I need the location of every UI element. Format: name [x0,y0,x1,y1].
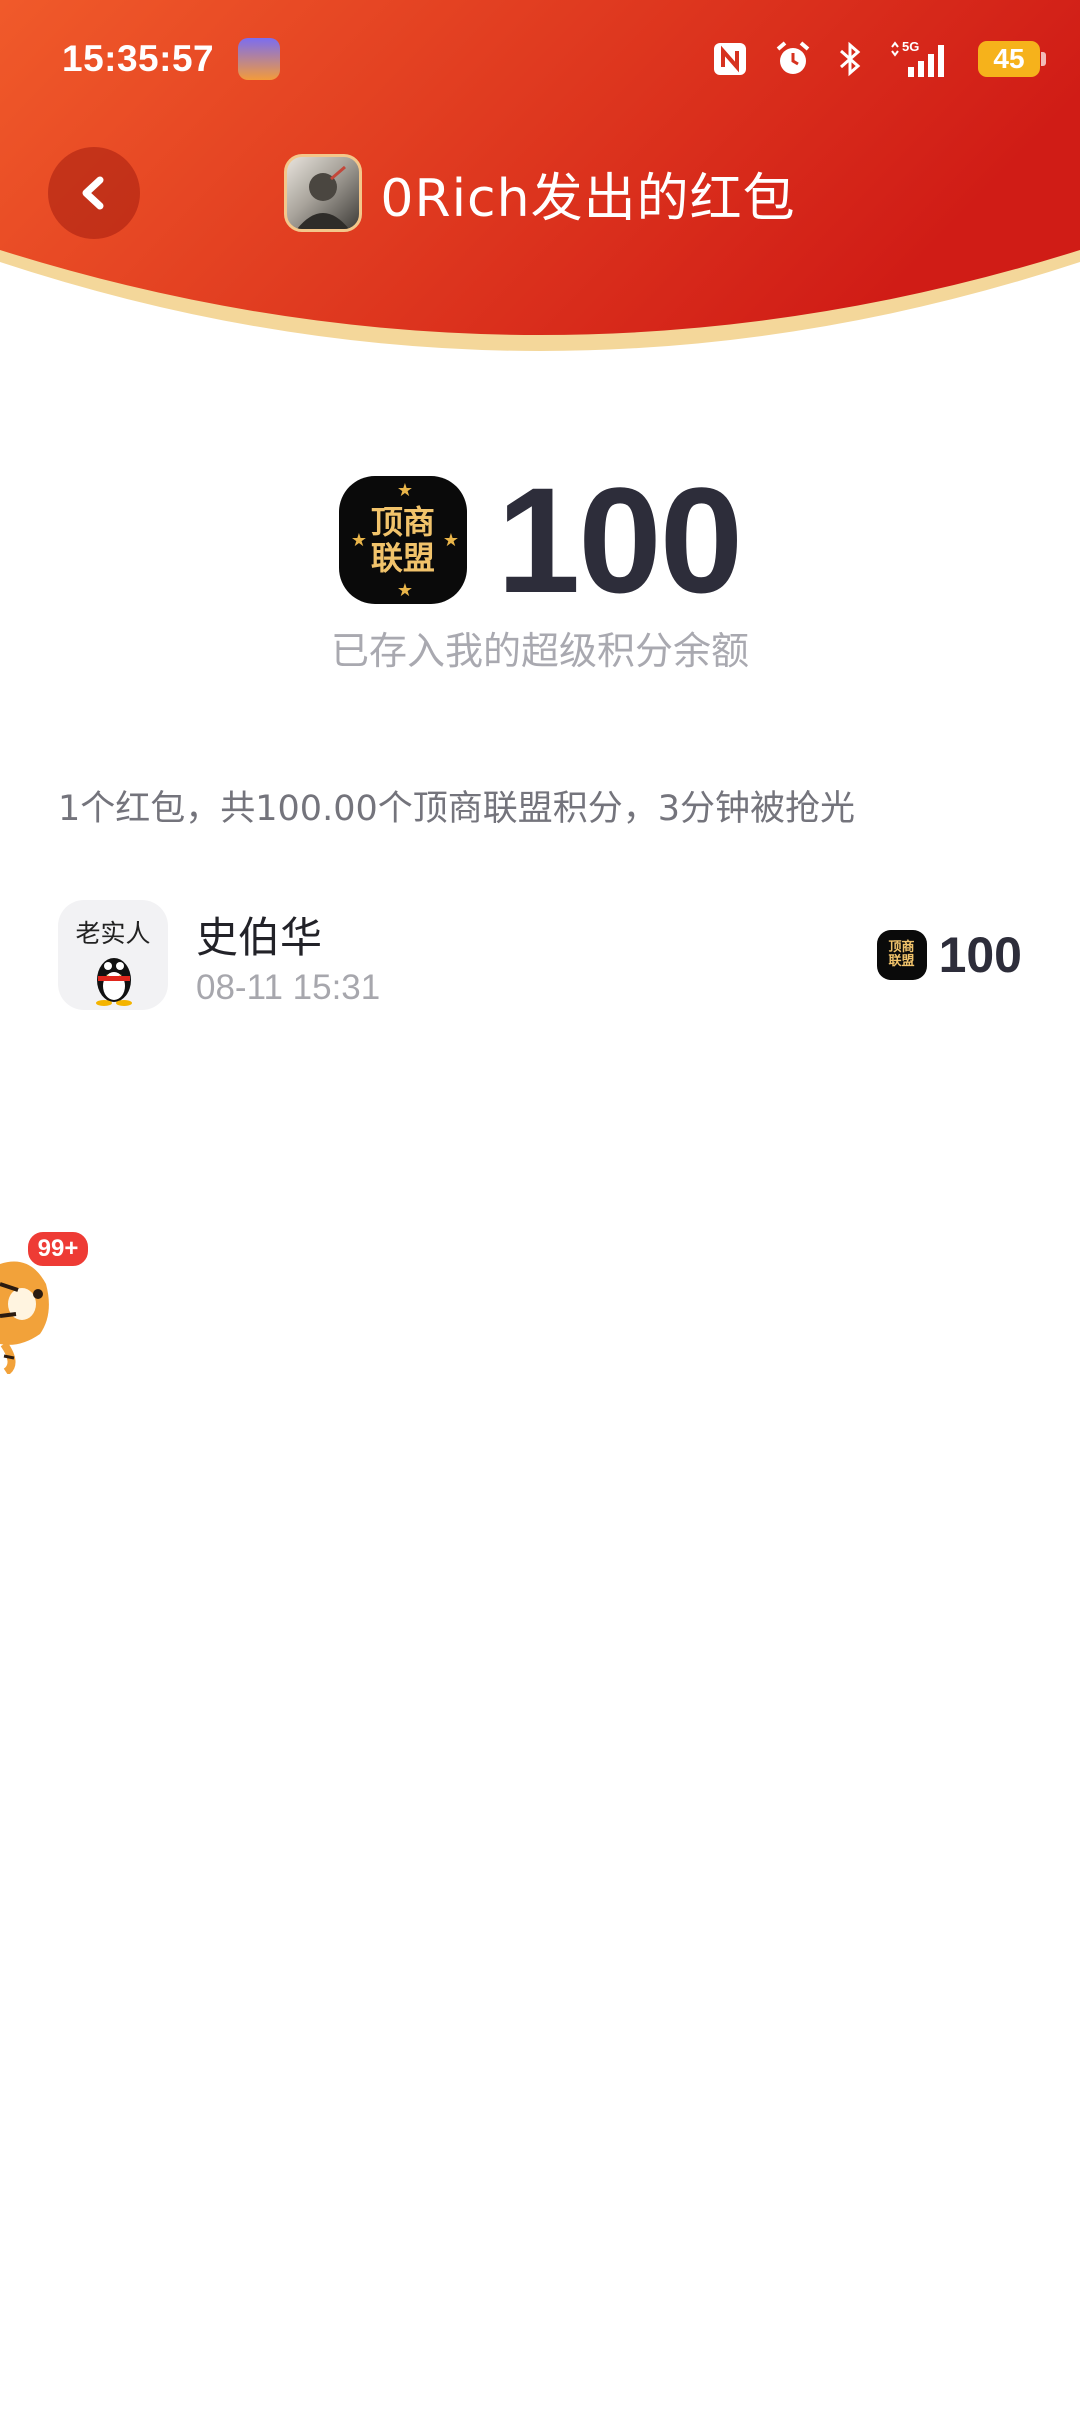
amount-caption: 已存入我的超级积分余额 [330,629,749,673]
notification-app-icon [238,38,280,80]
coin-badge-icon: ★ ★ ★ ★ 顶商联盟 [338,476,467,604]
amount-display: ★ ★ ★ ★ 顶商联盟 100 [0,456,1080,624]
amount-value: 100 [496,455,743,624]
star-icon: ★ [396,580,413,601]
battery-level: 45 [993,43,1025,74]
nfc-icon [712,41,748,77]
signal-icon: 5G [888,39,952,79]
status-bar: 15:35:57 5G 45 [0,0,1080,120]
record-name: 史伯华 [196,913,323,962]
record-amount-group: 顶商联盟 100 [876,926,1022,984]
avatar: 老实人 [58,900,168,1010]
page-title: 0Rich发出的红包 [380,168,796,229]
status-icons: 5G 45 [712,36,1046,82]
svg-text:5G: 5G [902,39,919,54]
battery-icon: 45 [978,41,1046,77]
list-item[interactable]: 老实人 史伯华 08-11 15:31 顶商联盟 100 [58,900,1022,1016]
header-title-group: 0Rich发出的红包 [0,150,1080,236]
floating-mascot-button[interactable]: 99+ [0,1230,90,1380]
coin-mini-label: 顶商联盟 [888,940,915,969]
avatar-label: 老实人 [75,919,151,948]
penguin-icon [96,958,132,1006]
sender-avatar [284,154,363,232]
record-amount: 100 [938,927,1022,983]
star-icon: ★ [350,530,367,551]
bluetooth-icon [838,40,862,78]
notification-badge: 99+ [26,1230,90,1268]
status-time: 15:35:57 [62,38,215,79]
star-icon: ★ [442,530,459,551]
packet-summary: 1个红包，共100.00个顶商联盟积分，3分钟被抢光 [58,789,856,829]
alarm-icon [774,40,812,78]
star-icon: ★ [396,480,413,501]
coin-badge-label: 顶商联盟 [370,503,435,577]
coin-mini-icon: 顶商联盟 [876,930,927,980]
record-time: 08-11 15:31 [196,968,381,1007]
